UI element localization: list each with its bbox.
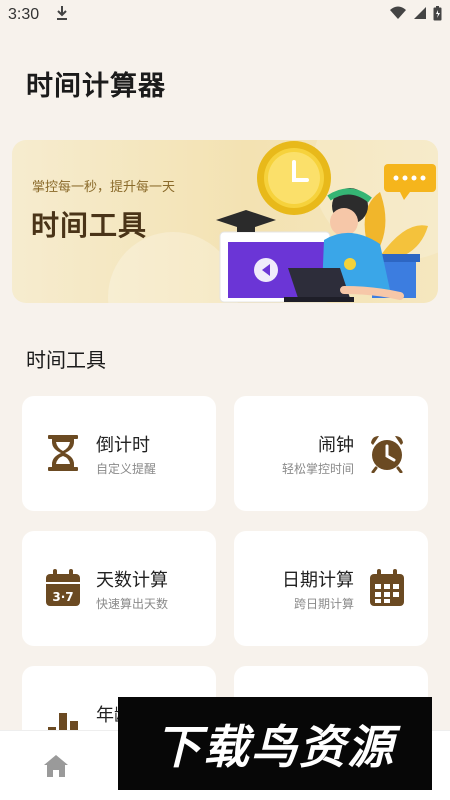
calendar-grid-icon: [370, 569, 404, 606]
section-title: 时间工具: [26, 348, 106, 372]
svg-text:3·7: 3·7: [52, 590, 73, 604]
battery-icon: [433, 5, 442, 25]
card-title: 日期计算: [282, 570, 354, 591]
banner-illustration: [216, 141, 436, 303]
card-desc: 快速算出天数: [96, 597, 169, 611]
card-desc: 轻松掌控时间: [281, 462, 354, 476]
watermark-text: 下载鸟资源: [155, 719, 395, 774]
card-date-calc[interactable]: 日期计算 跨日期计算: [234, 531, 428, 646]
card-countdown[interactable]: 倒计时 自定义提醒: [22, 396, 216, 511]
hourglass-icon: [48, 435, 78, 471]
home-icon[interactable]: [42, 753, 70, 779]
banner-subtitle: 掌控每一秒，提升每一天: [32, 180, 176, 195]
card-days-calc[interactable]: 3·7 天数计算 快速算出天数: [22, 531, 216, 646]
card-desc: 跨日期计算: [293, 597, 354, 611]
card-alarm[interactable]: 闹钟 轻松掌控时间: [234, 396, 428, 511]
calendar-37-icon: 3·7: [46, 569, 80, 606]
card-desc: 自定义提醒: [96, 462, 157, 476]
signal-icon: [413, 6, 427, 24]
watermark-overlay: 下载鸟资源: [118, 697, 432, 790]
promo-banner[interactable]: 掌控每一秒，提升每一天 时间工具: [12, 140, 438, 303]
card-title: 倒计时: [96, 435, 150, 456]
banner-title: 时间工具: [31, 209, 148, 242]
download-icon: [55, 5, 69, 25]
page-title: 时间计算器: [26, 71, 166, 102]
status-time: 3:30: [8, 6, 40, 23]
card-title: 闹钟: [318, 435, 354, 456]
card-title: 天数计算: [96, 570, 168, 591]
status-bar: 3:30: [0, 0, 450, 30]
alarm-clock-icon: [371, 436, 403, 473]
wifi-icon: [389, 6, 407, 24]
